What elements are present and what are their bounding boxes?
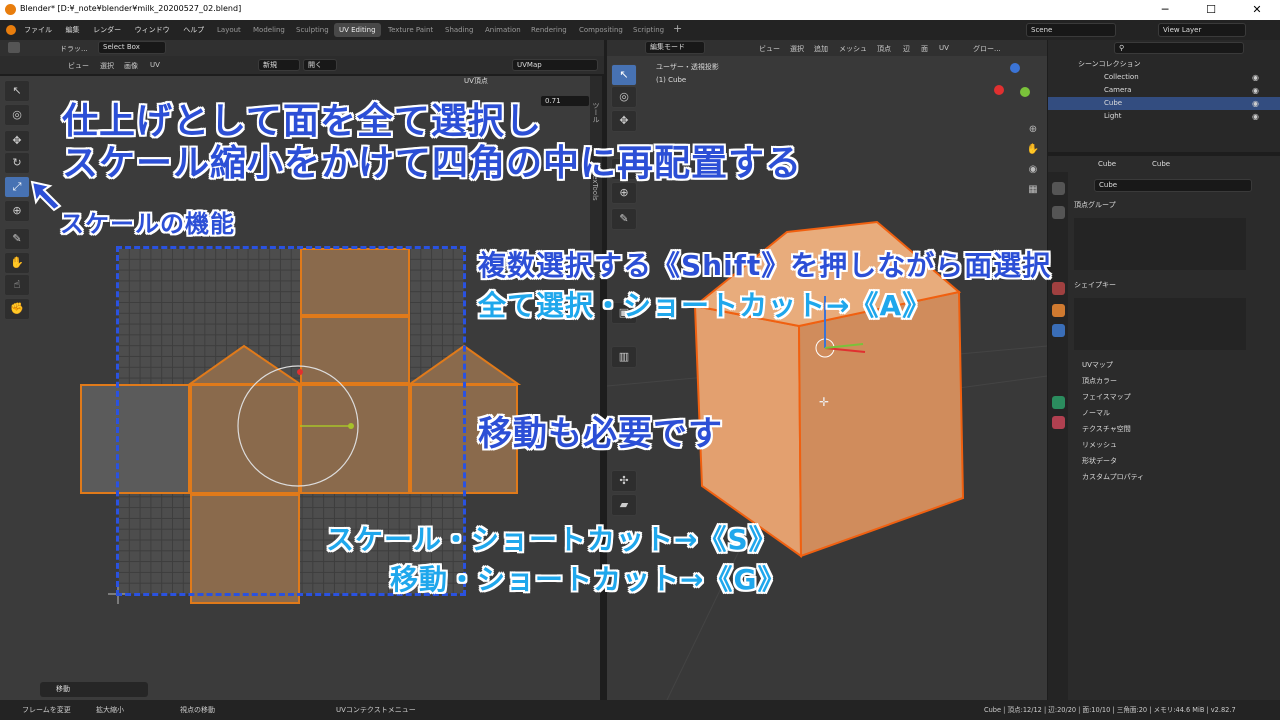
v3d-menu-view[interactable]: ビュー [759, 44, 780, 54]
scale-tool-icon[interactable]: ⤢ [4, 176, 30, 198]
status-bar: フレームを変更 拡大縮小 視点の移動 UVコンテクストメニュー Cube | 頂… [0, 700, 1280, 720]
operator-panel-move[interactable]: 移動 [40, 682, 148, 697]
move-tool-icon[interactable]: ✥ [611, 110, 637, 132]
transform-orientation[interactable]: グロー... [973, 44, 1001, 54]
material-props-icon[interactable] [1052, 416, 1065, 429]
annotation-line2: スケール縮小をかけて四角の中に再配置する [62, 143, 803, 184]
v3d-menu-uv[interactable]: UV [939, 44, 949, 52]
visibility-eye-icons[interactable]: ◉ ◉ ◉ ◉ [1252, 71, 1259, 123]
status-hint-context: UVコンテクストメニュー [336, 706, 416, 714]
annotation-scale-shortcut: スケール・ショートカット→《S》 [326, 523, 778, 556]
v3d-menu-face[interactable]: 面 [921, 44, 928, 54]
maximize-button[interactable]: ☐ [1188, 0, 1234, 20]
select-tool-icon[interactable]: ↖ [611, 64, 637, 86]
zoom-icon[interactable]: ⊕ [1026, 120, 1040, 140]
status-stats: Cube | 頂点:12/12 | 辺:20/20 | 面:10/10 | 三角… [984, 706, 1236, 714]
perspective-icon[interactable]: ▦ [1026, 180, 1040, 200]
modifier-props-icon[interactable] [1052, 324, 1065, 337]
add-workspace-icon[interactable]: + [673, 22, 682, 35]
v3d-menu-edge[interactable]: 辺 [903, 44, 910, 54]
transform-tool-icon[interactable]: ⊕ [4, 200, 30, 222]
view-layer-selector[interactable]: View Layer [1158, 23, 1246, 37]
annotation-select-all: 全て選択・ショートカット→《A》 [478, 289, 932, 322]
section-custom-properties[interactable]: カスタムプロパティ [1082, 470, 1144, 485]
section-face-maps[interactable]: フェイスマップ [1082, 390, 1131, 405]
section-geometry-data[interactable]: 形状データ [1082, 454, 1117, 469]
v3d-menu-mesh[interactable]: メッシュ [839, 44, 867, 54]
pan-icon[interactable]: ✋ [1026, 140, 1040, 160]
tool-props-icon[interactable] [1052, 182, 1065, 195]
scene-props-icon[interactable] [1052, 282, 1065, 295]
annotation-scale-function: スケールの機能 [60, 210, 235, 238]
section-shape-keys[interactable]: シェイプキー [1074, 278, 1116, 293]
move-tool-icon[interactable]: ✥ [4, 130, 30, 152]
v3d-menu-vertex[interactable]: 頂点 [877, 44, 891, 54]
annotation-move-needed: 移動も必要です [478, 414, 723, 454]
section-normals[interactable]: ノーマル [1082, 406, 1110, 421]
v3d-menu-add[interactable]: 追加 [814, 44, 828, 54]
section-remesh[interactable]: リメッシュ [1082, 438, 1117, 453]
shape-key-list[interactable] [1074, 298, 1246, 350]
mesh-data-props-icon[interactable] [1052, 396, 1065, 409]
pinch-tool-icon[interactable]: ✊ [4, 298, 30, 320]
mode-selector[interactable]: 編集モード [645, 41, 705, 54]
annotation-move-shortcut: 移動・ショートカット→《G》 [390, 563, 787, 596]
section-texture-space[interactable]: テクスチャ空間 [1082, 422, 1131, 437]
rotate-tool-icon[interactable]: ↻ [4, 152, 30, 174]
section-vertex-colors[interactable]: 頂点カラー [1082, 374, 1117, 389]
shear-tool-icon[interactable]: ▰ [611, 494, 637, 516]
annotation-multi-select: 複数選択する《Shift》を押しながら面選択 [478, 249, 1052, 282]
relax-tool-icon[interactable]: ☝ [4, 274, 30, 296]
select-tool-icon[interactable]: ↖ [4, 80, 30, 102]
annotate-tool-icon[interactable]: ✎ [4, 228, 30, 250]
status-hint-view: 視点の移動 [180, 706, 215, 714]
mesh-data-name-field[interactable]: Cube [1094, 179, 1252, 192]
close-button[interactable]: ✕ [1234, 0, 1280, 20]
status-hint-scale: 拡大縮小 [96, 706, 124, 714]
props-mesh-name: Cube [1152, 160, 1171, 168]
loopcut-tool-icon[interactable]: ▥ [611, 346, 637, 368]
cursor-tool-icon[interactable]: ◎ [4, 104, 30, 126]
render-props-icon[interactable] [1052, 206, 1065, 219]
scene-selector[interactable]: Scene [1026, 23, 1116, 37]
shrink-tool-icon[interactable]: ✣ [611, 470, 637, 492]
arrow-icon [30, 180, 62, 212]
v3d-header: 編集モード ビュー 選択 追加 メッシュ 頂点 辺 面 UV グロー... [607, 40, 1047, 56]
section-vertex-groups[interactable]: 頂点グループ [1074, 198, 1116, 213]
grab-tool-icon[interactable]: ✋ [4, 252, 30, 274]
outliner-search-input[interactable]: ⚲ [1114, 42, 1244, 54]
object-props-icon[interactable] [1052, 304, 1065, 317]
navigation-icons: ⊕ ✋ ◉ ▦ [1026, 120, 1040, 200]
annotate-tool-icon[interactable]: ✎ [611, 208, 637, 230]
camera-view-icon[interactable]: ◉ [1026, 160, 1040, 180]
tab-scripting[interactable]: Scripting [628, 23, 669, 37]
status-hint-frame: フレームを変更 [22, 706, 71, 714]
vertex-group-list[interactable] [1074, 218, 1246, 270]
section-uv-maps[interactable]: UVマップ [1082, 358, 1113, 373]
outliner-scene-collection[interactable]: シーンコレクション [1078, 58, 1280, 71]
minimize-button[interactable]: ─ [1142, 0, 1188, 20]
v3d-menu-select[interactable]: 選択 [790, 44, 804, 54]
cursor-tool-icon[interactable]: ◎ [611, 86, 637, 108]
svg-text:✛: ✛ [819, 395, 829, 409]
